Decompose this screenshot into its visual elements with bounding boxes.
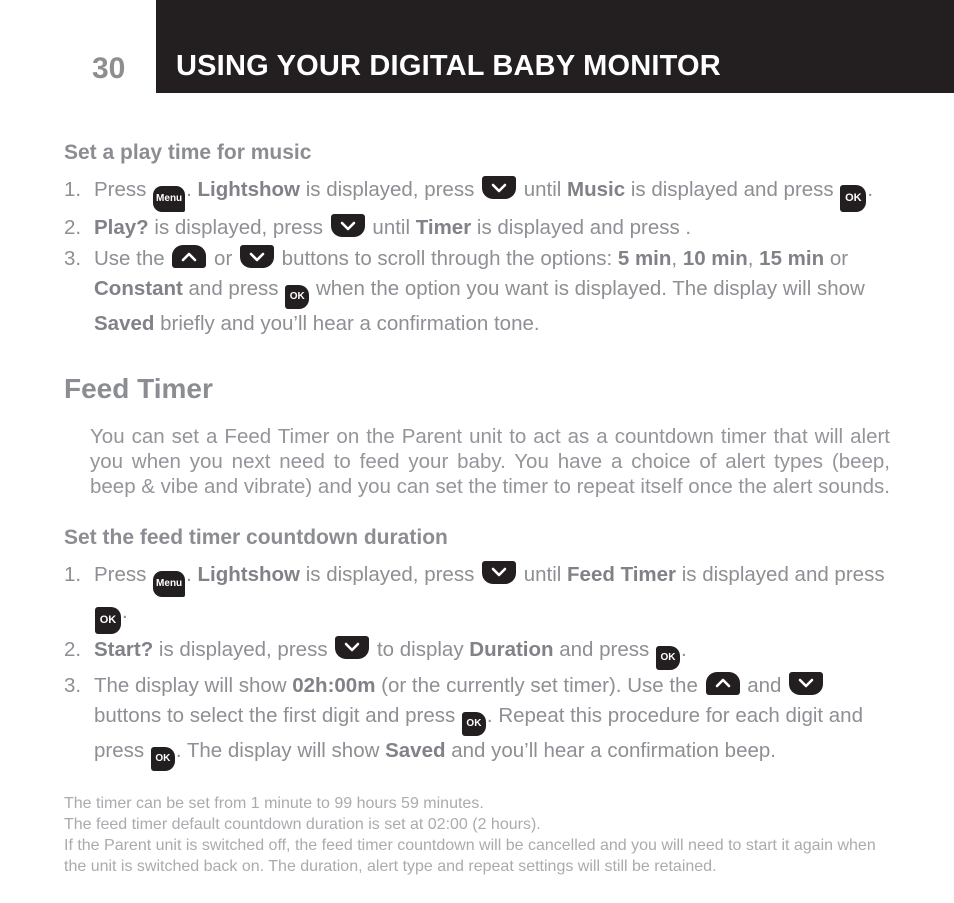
- list-item-number: 2.: [64, 637, 82, 661]
- step-text: buttons to scroll through the options:: [275, 247, 618, 271]
- step-emphasis: Saved: [94, 312, 155, 336]
- step-emphasis: Timer: [415, 216, 472, 240]
- step-text: Press: [94, 562, 153, 586]
- step-text: ,: [671, 247, 683, 271]
- step-emphasis: 02h:00m: [292, 673, 376, 697]
- step-emphasis: Music: [567, 178, 626, 202]
- step-emphasis: Duration: [469, 637, 554, 661]
- step-text: is displayed, press: [153, 637, 334, 661]
- step-emphasis: Play?: [94, 216, 149, 240]
- footnote-line: The feed timer default countdown duratio…: [64, 815, 541, 833]
- footnote-line: If the Parent unit is switched off, the …: [64, 836, 876, 875]
- step-text: .: [680, 637, 687, 661]
- chevron-down-button-icon[interactable]: [482, 560, 517, 584]
- step-emphasis: 5 min: [617, 247, 672, 271]
- list-item-number: 1.: [64, 562, 82, 586]
- step-text: until: [518, 562, 568, 586]
- list-item-number: 1.: [64, 178, 82, 202]
- ok-button-icon[interactable]: OK: [285, 285, 310, 310]
- step-emphasis: Lightshow: [197, 178, 300, 202]
- ok-button-icon[interactable]: OK: [95, 606, 121, 634]
- step-text: Use the: [94, 247, 171, 271]
- step-text: (or the currently set timer). Use the: [375, 673, 704, 697]
- ok-button-icon[interactable]: OK: [840, 185, 867, 213]
- list-item-number: 3.: [64, 673, 82, 697]
- step-text: is displayed, press: [148, 216, 329, 240]
- step-text: is displayed and press .: [471, 216, 692, 240]
- step-emphasis: Constant: [94, 277, 183, 301]
- step-emphasis: 15 min: [759, 247, 825, 271]
- list-item-number: 3.: [64, 247, 82, 271]
- step-text: until: [366, 216, 416, 240]
- step-text: .: [186, 562, 198, 586]
- step-text: The display will show: [94, 673, 293, 697]
- step-emphasis: Saved: [385, 738, 446, 762]
- ok-button-icon[interactable]: OK: [655, 645, 680, 670]
- feed-timer-paragraph: You can set a Feed Timer on the Parent u…: [90, 424, 890, 498]
- step-text: or: [208, 247, 238, 271]
- heading-set-countdown-duration: Set the feed timer countdown duration: [64, 525, 448, 549]
- footnotes: The timer can be set from 1 minute to 99…: [64, 793, 890, 877]
- ok-button-icon[interactable]: OK: [150, 746, 175, 771]
- menu-button-icon[interactable]: Menu: [153, 186, 186, 213]
- step-text: buttons to select the first digit and pr…: [94, 703, 461, 727]
- footnote-line: The timer can be set from 1 minute to 99…: [64, 794, 484, 812]
- step-text: until: [518, 178, 568, 202]
- step-emphasis: Feed Timer: [567, 562, 677, 586]
- step-text: is displayed, press: [300, 562, 481, 586]
- step-text: .: [186, 178, 198, 202]
- chevron-down-button-icon[interactable]: [330, 214, 365, 238]
- step-text: is displayed and press: [625, 178, 840, 202]
- step-text: is displayed and press: [676, 562, 885, 586]
- step-text: or: [824, 247, 849, 271]
- list-item-number: 2.: [64, 216, 82, 240]
- step-text: and press: [553, 637, 655, 661]
- chevron-up-button-icon[interactable]: [705, 671, 740, 695]
- step-text: briefly and you’ll hear a confirmation t…: [154, 312, 540, 336]
- chevron-up-button-icon[interactable]: [172, 245, 207, 269]
- list-item: 3. The display will show 02h:00m (or the …: [64, 671, 890, 771]
- step-text: and you’ll hear a confirmation beep.: [445, 738, 776, 762]
- heading-feed-timer: Feed Timer: [64, 373, 213, 405]
- step-text: . The display will show: [175, 738, 386, 762]
- step-text: to display: [371, 637, 470, 661]
- step-text: .: [122, 599, 128, 623]
- step-emphasis: 10 min: [682, 247, 748, 271]
- chevron-down-button-icon[interactable]: [482, 176, 517, 200]
- step-emphasis: Start?: [94, 637, 154, 661]
- chevron-down-button-icon[interactable]: [789, 671, 824, 695]
- chevron-down-button-icon[interactable]: [335, 635, 370, 659]
- list-item: 2. Play? is displayed, press until Timer …: [64, 213, 890, 243]
- heading-set-play-time: Set a play time for music: [64, 141, 312, 164]
- list-item: 3. Use the or buttons to scroll through t…: [64, 244, 890, 339]
- step-text: and press: [182, 277, 285, 301]
- page-number: 30: [92, 52, 126, 85]
- list-item: 2. Start? is displayed, press to display …: [64, 635, 890, 670]
- step-text: .: [867, 178, 874, 202]
- page-header: 30 USING YOUR DIGITAL BABY MONITOR: [0, 0, 954, 93]
- manual-page: 30 USING YOUR DIGITAL BABY MONITOR Set a…: [0, 0, 954, 903]
- page-title: USING YOUR DIGITAL BABY MONITOR: [176, 50, 721, 82]
- step-text: and: [741, 673, 788, 697]
- list-item: 1. Press Menu. Lightshow is displayed, pr…: [64, 175, 890, 213]
- page-content: Set a play time for music 1. Press Menu . …: [64, 140, 890, 877]
- step-text: when the option you want is displayed. T…: [310, 277, 865, 301]
- step-text: is displayed, press: [300, 178, 481, 202]
- ok-button-icon[interactable]: OK: [461, 711, 486, 736]
- step-emphasis: Lightshow: [197, 562, 300, 586]
- step-text: ,: [747, 247, 760, 271]
- chevron-down-button-icon[interactable]: [239, 245, 274, 269]
- menu-button-icon[interactable]: Menu: [153, 570, 186, 597]
- list-item: 1. Press Menu. Lightshow is displayed, pr…: [64, 560, 890, 634]
- music-steps-list: 1. Press Menu. Lightshow is displayed, pr…: [64, 175, 890, 339]
- duration-steps-list: 1. Press Menu. Lightshow is displayed, pr…: [64, 560, 890, 771]
- step-text: Press: [94, 178, 153, 202]
